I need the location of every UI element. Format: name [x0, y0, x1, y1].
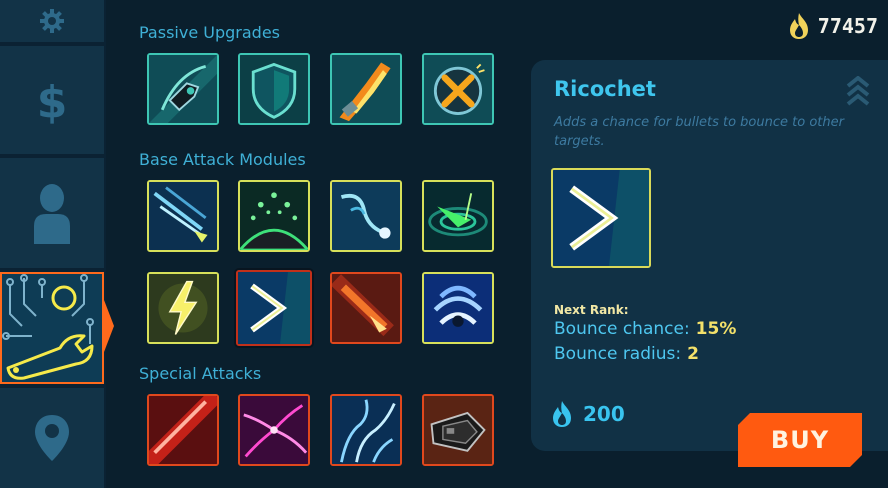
homing-shot-icon — [332, 182, 400, 250]
upgrade-tile-fire-bolt[interactable] — [330, 272, 402, 344]
vortex-icon — [424, 182, 492, 250]
upgrade-tile-laser-beam[interactable] — [147, 394, 219, 466]
ship-dash-icon — [149, 55, 217, 123]
flame-icon — [789, 13, 808, 39]
shield-icon — [240, 55, 308, 123]
detail-description: Adds a chance for bullets to bounce to o… — [554, 115, 844, 149]
upgrade-tile-shield[interactable] — [238, 53, 310, 125]
lightning-icon — [149, 274, 217, 342]
sidebar: $ — [0, 0, 106, 488]
rank-chevrons-icon — [846, 76, 870, 106]
section-title-special: Special Attacks — [139, 364, 262, 383]
spread-orb-icon — [240, 182, 308, 250]
stat-value: 15% — [695, 319, 737, 339]
ricochet-icon — [553, 170, 649, 266]
section-title-passive: Passive Upgrades — [139, 23, 280, 42]
upgrade-tile-multi-shot[interactable] — [147, 180, 219, 252]
multi-shot-icon — [149, 182, 217, 250]
upgrade-tile-spread-orb[interactable] — [238, 180, 310, 252]
circuit-wrench-icon — [2, 274, 94, 380]
person-icon — [34, 184, 70, 244]
upgrade-tile-chain-lightning[interactable] — [330, 394, 402, 466]
currency-amount: 77457 — [817, 14, 878, 38]
rocket-launcher-icon — [424, 396, 492, 464]
upgrade-tile-thruster[interactable] — [330, 53, 402, 125]
upgrade-tile-homing-shot[interactable] — [330, 180, 402, 252]
ricochet-icon — [238, 272, 310, 344]
currency-display: 77457 — [788, 12, 878, 40]
stat-label: Bounce chance: — [554, 319, 690, 339]
buy-button[interactable]: BUY — [738, 413, 862, 467]
plasma-tendrils-icon — [240, 396, 308, 464]
flame-icon — [553, 401, 571, 427]
upgrade-tile-rocket-launcher[interactable] — [422, 394, 494, 466]
sidebar-tab-map[interactable] — [0, 388, 104, 488]
crossed-bomb-icon — [424, 55, 492, 123]
upgrade-tile-ship-dash[interactable] — [147, 53, 219, 125]
upgrade-tile-sonic-wave[interactable] — [422, 272, 494, 344]
active-tab-indicator — [104, 300, 114, 352]
chain-lightning-icon — [332, 396, 400, 464]
upgrade-tile-lightning[interactable] — [147, 272, 219, 344]
upgrade-tile-plasma-tendrils[interactable] — [238, 394, 310, 466]
detail-panel: Ricochet Adds a chance for bullets to bo… — [531, 60, 888, 451]
sidebar-tab-settings[interactable] — [0, 0, 104, 42]
upgrade-cost: 200 — [551, 400, 625, 428]
stat-bounce-chance: Bounce chance: 15% — [554, 319, 736, 339]
upgrade-tile-vortex[interactable] — [422, 180, 494, 252]
upgrade-tile-crossed-bomb[interactable] — [422, 53, 494, 125]
dollar-icon: $ — [37, 77, 68, 125]
stat-value: 2 — [687, 344, 699, 364]
stat-label: Bounce radius: — [554, 344, 682, 364]
sidebar-tab-upgrades[interactable] — [0, 272, 104, 384]
stat-bounce-radius: Bounce radius: 2 — [554, 344, 699, 364]
gear-icon — [40, 9, 64, 33]
svg-text:$: $ — [37, 77, 68, 125]
detail-preview — [551, 168, 651, 268]
detail-title: Ricochet — [554, 77, 656, 101]
next-rank-label: Next Rank: — [554, 303, 629, 317]
cost-value: 200 — [583, 402, 625, 426]
sonic-wave-icon — [424, 274, 492, 342]
section-title-base-attack: Base Attack Modules — [139, 150, 306, 169]
sidebar-tab-shop[interactable]: $ — [0, 46, 104, 154]
location-pin-icon — [35, 415, 69, 461]
fire-bolt-icon — [332, 274, 400, 342]
thruster-flame-icon — [332, 55, 400, 123]
sidebar-tab-character[interactable] — [0, 158, 104, 268]
upgrade-tile-ricochet[interactable] — [236, 270, 312, 346]
laser-beam-icon — [149, 396, 217, 464]
